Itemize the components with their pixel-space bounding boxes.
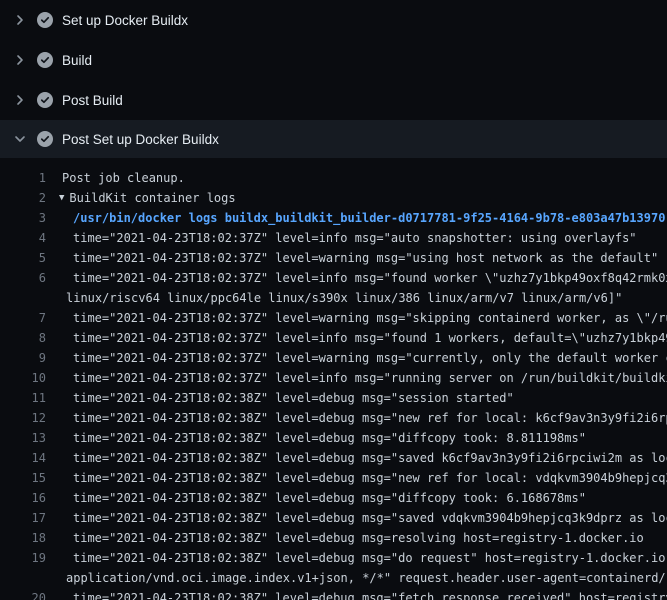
- log-line-number[interactable]: 11: [0, 388, 46, 408]
- log-line-number[interactable]: 1: [0, 168, 46, 188]
- log-line-number[interactable]: 15: [0, 468, 46, 488]
- log-line: 20 time="2021-04-23T18:02:38Z" level=deb…: [0, 588, 667, 600]
- log-line-text: /usr/bin/docker logs buildx_buildkit_bui…: [46, 208, 667, 228]
- log-line: 13 time="2021-04-23T18:02:38Z" level=deb…: [0, 428, 667, 448]
- log-line: 6 time="2021-04-23T18:02:37Z" level=info…: [0, 268, 667, 288]
- log-line-number[interactable]: 13: [0, 428, 46, 448]
- log-line: 3 /usr/bin/docker logs buildx_buildkit_b…: [0, 208, 667, 228]
- chevron-right-icon: [12, 12, 28, 28]
- step-title: Post Set up Docker Buildx: [62, 132, 219, 147]
- chevron-right-icon: [12, 52, 28, 68]
- log-line: 18 time="2021-04-23T18:02:38Z" level=deb…: [0, 528, 667, 548]
- log-line-text: time="2021-04-23T18:02:37Z" level=warnin…: [46, 248, 667, 268]
- log-line-text: time="2021-04-23T18:02:38Z" level=debug …: [46, 468, 667, 488]
- log-line-text: time="2021-04-23T18:02:37Z" level=info m…: [46, 268, 667, 288]
- log-line: 15 time="2021-04-23T18:02:38Z" level=deb…: [0, 468, 667, 488]
- log-panel: 1 Post job cleanup. 2 ▼ BuildKit contain…: [0, 158, 667, 600]
- log-line: linux/riscv64 linux/ppc64le linux/s390x …: [0, 288, 667, 308]
- step-title: Build: [62, 53, 92, 68]
- log-line-number[interactable]: 19: [0, 548, 46, 568]
- log-line-text: time="2021-04-23T18:02:38Z" level=debug …: [46, 388, 667, 408]
- log-line-number[interactable]: 16: [0, 488, 46, 508]
- log-line-text: time="2021-04-23T18:02:38Z" level=debug …: [46, 548, 667, 568]
- check-circle-icon: [37, 52, 53, 68]
- actions-log-viewer: Set up Docker Buildx Build Post Build: [0, 0, 667, 600]
- log-line-number[interactable]: 9: [0, 348, 46, 368]
- log-line-text: time="2021-04-23T18:02:38Z" level=debug …: [46, 428, 667, 448]
- log-line-number[interactable]: 5: [0, 248, 46, 268]
- log-line-text: time="2021-04-23T18:02:37Z" level=warnin…: [46, 308, 667, 328]
- log-line-number[interactable]: 3: [0, 208, 46, 228]
- log-line-text: time="2021-04-23T18:02:38Z" level=debug …: [46, 488, 667, 508]
- step-title: Set up Docker Buildx: [62, 13, 188, 28]
- triangle-down-icon: ▼: [46, 188, 64, 208]
- step-row[interactable]: Post Set up Docker Buildx: [0, 120, 667, 158]
- log-line-text: time="2021-04-23T18:02:37Z" level=warnin…: [46, 348, 667, 368]
- log-line: 17 time="2021-04-23T18:02:38Z" level=deb…: [0, 508, 667, 528]
- log-line-number[interactable]: 12: [0, 408, 46, 428]
- log-line-text: BuildKit container logs: [64, 188, 667, 208]
- log-line-text: application/vnd.oci.image.index.v1+json,…: [46, 568, 667, 588]
- step-row[interactable]: Set up Docker Buildx: [0, 0, 667, 40]
- log-line-number[interactable]: 2: [0, 188, 46, 208]
- log-line-text: time="2021-04-23T18:02:38Z" level=debug …: [46, 508, 667, 528]
- log-line: 11 time="2021-04-23T18:02:38Z" level=deb…: [0, 388, 667, 408]
- check-circle-icon: [37, 131, 53, 147]
- log-line-number[interactable]: 7: [0, 308, 46, 328]
- log-line: 19 time="2021-04-23T18:02:38Z" level=deb…: [0, 548, 667, 568]
- log-line: 16 time="2021-04-23T18:02:38Z" level=deb…: [0, 488, 667, 508]
- log-line: 4 time="2021-04-23T18:02:37Z" level=info…: [0, 228, 667, 248]
- log-line-text: linux/riscv64 linux/ppc64le linux/s390x …: [46, 288, 667, 308]
- log-line-text: time="2021-04-23T18:02:37Z" level=info m…: [46, 368, 667, 388]
- log-line: 10 time="2021-04-23T18:02:37Z" level=inf…: [0, 368, 667, 388]
- log-line-number[interactable]: 6: [0, 268, 46, 288]
- log-line-text: time="2021-04-23T18:02:38Z" level=debug …: [46, 408, 667, 428]
- log-line: 9 time="2021-04-23T18:02:37Z" level=warn…: [0, 348, 667, 368]
- chevron-right-icon: [12, 92, 28, 108]
- log-line-text: time="2021-04-23T18:02:38Z" level=debug …: [46, 448, 667, 468]
- log-line-number[interactable]: 8: [0, 328, 46, 348]
- log-line-text: time="2021-04-23T18:02:37Z" level=info m…: [46, 228, 667, 248]
- log-line: 14 time="2021-04-23T18:02:38Z" level=deb…: [0, 448, 667, 468]
- log-line-text: Post job cleanup.: [46, 168, 667, 188]
- log-line-text: time="2021-04-23T18:02:37Z" level=info m…: [46, 328, 667, 348]
- log-line-number[interactable]: 10: [0, 368, 46, 388]
- step-title: Post Build: [62, 93, 123, 108]
- check-circle-icon: [37, 92, 53, 108]
- log-line-number[interactable]: 17: [0, 508, 46, 528]
- log-line: 7 time="2021-04-23T18:02:37Z" level=warn…: [0, 308, 667, 328]
- log-line: application/vnd.oci.image.index.v1+json,…: [0, 568, 667, 588]
- log-line-text: time="2021-04-23T18:02:38Z" level=debug …: [46, 588, 667, 600]
- log-line-number[interactable]: 18: [0, 528, 46, 548]
- log-line: 8 time="2021-04-23T18:02:37Z" level=info…: [0, 328, 667, 348]
- steps-list: Set up Docker Buildx Build Post Build: [0, 0, 667, 158]
- chevron-down-icon: [12, 131, 28, 147]
- log-line-number[interactable]: 4: [0, 228, 46, 248]
- log-line-number[interactable]: 20: [0, 588, 46, 600]
- log-line: 1 Post job cleanup.: [0, 168, 667, 188]
- log-line-number[interactable]: [0, 288, 46, 308]
- log-line-number[interactable]: 14: [0, 448, 46, 468]
- log-line-number[interactable]: [0, 568, 46, 588]
- step-row[interactable]: Post Build: [0, 80, 667, 120]
- step-row[interactable]: Build: [0, 40, 667, 80]
- log-line-text: time="2021-04-23T18:02:38Z" level=debug …: [46, 528, 667, 548]
- log-line: 12 time="2021-04-23T18:02:38Z" level=deb…: [0, 408, 667, 428]
- log-line: 5 time="2021-04-23T18:02:37Z" level=warn…: [0, 248, 667, 268]
- check-circle-icon: [37, 12, 53, 28]
- log-line[interactable]: 2 ▼ BuildKit container logs: [0, 188, 667, 208]
